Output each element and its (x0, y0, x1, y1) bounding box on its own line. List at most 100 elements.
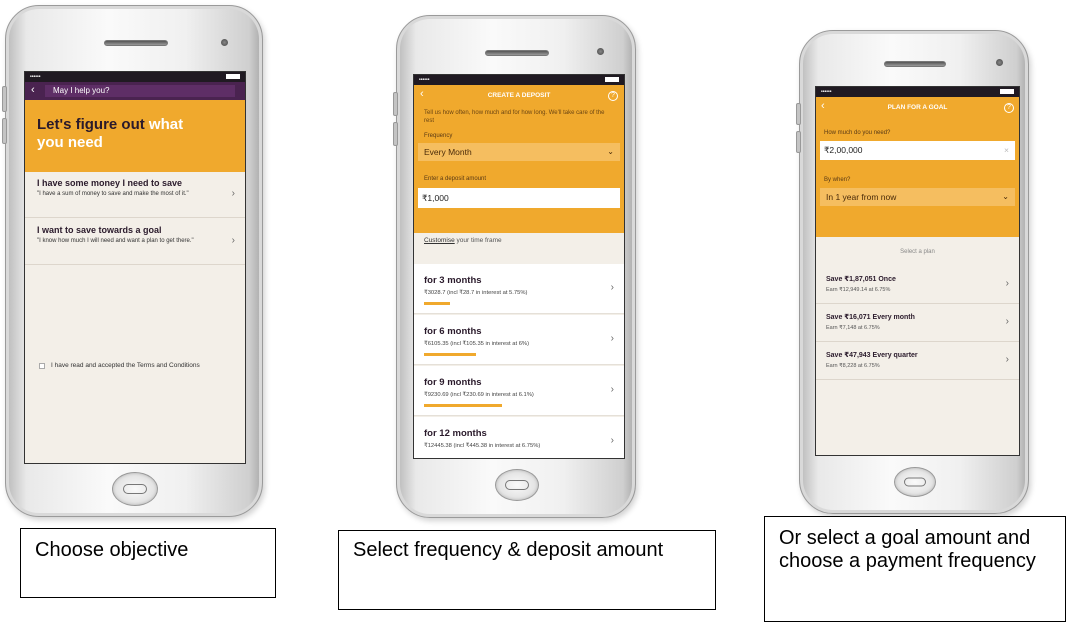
chevron-right-icon: › (610, 435, 614, 446)
customise-timeframe: Customise your time frame (424, 237, 502, 244)
home-button (112, 472, 158, 506)
status-bar: •••••• (816, 87, 1019, 97)
list-item[interactable]: Save ₹16,071 Every month Earn ₹7,148 at … (816, 305, 1019, 342)
back-icon[interactable]: ‹ (31, 84, 35, 97)
plan-title: for 12 months (424, 428, 487, 439)
speaker-grille (104, 40, 168, 46)
list-item[interactable]: for 9 months ₹9230.69 (incl ₹230.69 in i… (414, 366, 624, 416)
plan-detail: ₹9230.69 (incl ₹230.69 in interest at 6.… (424, 392, 534, 398)
volume-button (796, 131, 801, 153)
volume-button (393, 92, 398, 116)
speaker-grille (884, 61, 946, 67)
phone-mockup-3: •••••• ‹ PLAN FOR A GOAL ? How much do y… (796, 30, 1029, 514)
plan-title: Save ₹47,943 Every quarter (826, 352, 918, 359)
goal-amount-input[interactable]: ₹2,00,000 × (820, 141, 1015, 160)
timeframe-value: In 1 year from now (826, 192, 897, 202)
goal-form-header: ‹ PLAN FOR A GOAL ? How much do you need… (816, 97, 1019, 237)
plan-title: for 9 months (424, 377, 482, 388)
chevron-down-icon: ⌄ (1002, 192, 1009, 201)
frequency-label: Frequency (424, 133, 453, 139)
plan-progress-fill (424, 353, 476, 356)
terms-label: I have read and accepted the Terms and C… (51, 362, 200, 369)
camera-icon (221, 39, 228, 46)
chevron-right-icon: › (1005, 316, 1009, 327)
battery-icon (226, 74, 240, 79)
hero-banner: Let's figure out what you need (25, 100, 245, 172)
select-plan-heading: Select a plan (900, 249, 935, 255)
camera-icon (597, 48, 604, 55)
battery-icon (605, 77, 619, 82)
option-save-money[interactable]: I have some money I need to save "I have… (25, 172, 245, 218)
amount-label: Enter a deposit amount (424, 176, 487, 182)
page-title: PLAN FOR A GOAL (887, 104, 948, 111)
help-icon[interactable]: ? (1004, 103, 1014, 113)
page-title: CREATE A DEPOSIT (487, 92, 551, 99)
deposit-form-header: ‹ CREATE A DEPOSIT ? Tell us how often, … (414, 85, 624, 233)
caption-choose-objective: Choose objective (20, 528, 276, 598)
battery-icon (1000, 89, 1014, 94)
timeframe-select[interactable]: In 1 year from now ⌄ (820, 188, 1015, 206)
plan-progress-bar (424, 353, 554, 356)
volume-button (393, 122, 398, 146)
clear-icon[interactable]: × (1004, 141, 1009, 160)
hero-title-line1: Let's figure out what (37, 116, 184, 133)
hero-title-line2: you need (37, 134, 103, 151)
screen-create-deposit: •••••• ‹ CREATE A DEPOSIT ? Tell us how … (413, 74, 625, 459)
volume-button (796, 103, 801, 125)
option-save-goal[interactable]: I want to save towards a goal "I know ho… (25, 219, 245, 265)
intro-text: Tell us how often, how much and for how … (424, 110, 605, 124)
list-item[interactable]: Save ₹1,87,051 Once Earn ₹12,949.14 at 6… (816, 267, 1019, 304)
signal-icon: •••••• (419, 77, 430, 83)
chevron-right-icon: › (1005, 354, 1009, 365)
chevron-right-icon: › (1005, 278, 1009, 289)
signal-icon: •••••• (30, 74, 41, 80)
volume-button (2, 118, 7, 144)
customise-link[interactable]: Customise (424, 237, 455, 244)
chevron-right-icon: › (231, 188, 235, 199)
list-item[interactable]: for 6 months ₹6105.35 (incl ₹105.35 in i… (414, 315, 624, 365)
status-bar: •••••• (25, 72, 245, 82)
goal-amount-value: ₹2,00,000 (824, 145, 863, 155)
plan-progress-bar (424, 302, 554, 305)
chevron-right-icon: › (610, 282, 614, 293)
plan-title: Save ₹1,87,051 Once (826, 276, 896, 283)
camera-icon (996, 59, 1003, 66)
chevron-right-icon: › (610, 384, 614, 395)
plan-detail: ₹3028.7 (incl ₹28.7 in interest at 5.75%… (424, 290, 528, 296)
option-description: "I know how much I will need and want a … (37, 238, 194, 244)
speaker-grille (485, 50, 549, 56)
when-label: By when? (824, 177, 851, 183)
plan-detail: ₹12445.38 (incl ₹445.38 in interest at 6… (424, 443, 541, 449)
caption-frequency-amount: Select frequency & deposit amount (338, 530, 716, 610)
option-description: "I have a sum of money to save and make … (37, 191, 189, 197)
frequency-select[interactable]: Every Month ⌄ (418, 143, 620, 161)
help-search-input[interactable]: May I help you? (45, 85, 235, 97)
plan-title: for 6 months (424, 326, 482, 337)
list-item[interactable]: Save ₹47,943 Every quarter Earn ₹8,228 a… (816, 343, 1019, 380)
caption-goal-amount: Or select a goal amount and choose a pay… (764, 516, 1066, 622)
status-bar: •••••• (414, 75, 624, 85)
plan-detail: Earn ₹12,949.14 at 6.75% (826, 287, 891, 293)
list-item[interactable]: for 3 months ₹3028.7 (incl ₹28.7 in inte… (414, 264, 624, 314)
terms-checkbox[interactable] (39, 362, 45, 369)
screen-plan-goal: •••••• ‹ PLAN FOR A GOAL ? How much do y… (815, 86, 1020, 456)
plan-title: Save ₹16,071 Every month (826, 314, 915, 321)
help-icon[interactable]: ? (608, 91, 618, 101)
plan-progress-fill (424, 404, 502, 407)
list-item[interactable]: for 12 months ₹12445.38 (incl ₹445.38 in… (414, 417, 624, 458)
option-title: I have some money I need to save (37, 178, 183, 188)
terms-checkbox-row[interactable]: I have read and accepted the Terms and C… (39, 362, 200, 369)
deposit-amount-input[interactable]: ₹1,000 (418, 188, 620, 208)
chevron-right-icon: › (610, 333, 614, 344)
plan-title: for 3 months (424, 275, 482, 286)
phone-mockup-1: •••••• ‹ May I help you? Let's figure ou… (2, 5, 263, 517)
frequency-value: Every Month (424, 147, 472, 157)
home-button (894, 467, 936, 497)
plan-detail: ₹6105.35 (incl ₹105.35 in interest at 6%… (424, 341, 530, 347)
screen-choose-objective: •••••• ‹ May I help you? Let's figure ou… (24, 71, 246, 464)
option-title: I want to save towards a goal (37, 225, 162, 235)
need-label: How much do you need? (824, 130, 891, 136)
plan-progress-bar (424, 404, 554, 407)
signal-icon: •••••• (821, 89, 832, 95)
plan-detail: Earn ₹8,228 at 6.75% (826, 363, 880, 369)
